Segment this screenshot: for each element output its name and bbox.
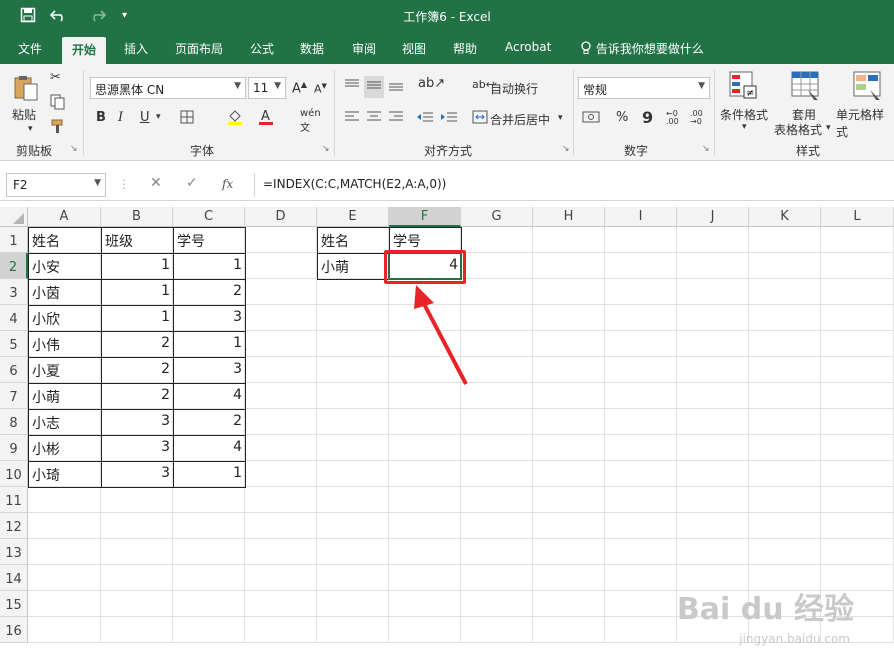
ribbon-tabs: 文件 开始 插入 页面布局 公式 数据 审阅 视图 帮助 Acrobat 告诉我… <box>0 32 894 64</box>
styles-group-label: 样式 <box>796 144 821 158</box>
number-format-value: 常规 <box>583 83 608 97</box>
fill-color-icon[interactable] <box>226 108 244 130</box>
copy-icon[interactable] <box>50 94 66 114</box>
watermark-text: Bai du 经验 <box>676 592 854 627</box>
grow-font-icon[interactable]: A▲ <box>292 80 307 96</box>
merge-center-icon[interactable] <box>472 110 488 128</box>
font-size-value: 11 <box>253 81 269 95</box>
align-left-icon[interactable] <box>344 110 360 128</box>
number-format-combo[interactable]: 常规 ▼ <box>578 77 710 99</box>
formula-input[interactable]: =INDEX(C:C,MATCH(E2,A:A,0)) <box>254 173 888 197</box>
decrease-indent-icon[interactable] <box>416 110 434 128</box>
more-options-icon: ⋮ <box>118 177 130 191</box>
comma-style-button[interactable]: 9 <box>642 108 653 127</box>
enter-icon[interactable]: ✓ <box>186 175 198 191</box>
align-middle-icon[interactable] <box>364 76 384 98</box>
accounting-format-icon[interactable] <box>582 110 600 128</box>
conditional-dropdown-icon[interactable]: ▾ <box>742 122 747 132</box>
underline-dropdown-icon[interactable]: ▾ <box>156 112 161 122</box>
format-painter-icon[interactable] <box>50 118 66 138</box>
tab-help[interactable]: 帮助 <box>453 40 477 57</box>
chevron-down-icon: ▼ <box>234 81 241 91</box>
format-as-table-icon[interactable] <box>790 70 822 106</box>
tab-data[interactable]: 数据 <box>300 40 324 57</box>
shrink-font-icon[interactable]: A▼ <box>314 82 327 96</box>
conditional-formatting-icon[interactable]: ≠ <box>728 70 760 106</box>
cell-styles-icon[interactable] <box>852 70 884 106</box>
phonetic-guide-icon[interactable]: wén 文 <box>300 108 321 134</box>
cancel-icon[interactable]: ✕ <box>150 175 162 191</box>
svg-text:≠: ≠ <box>746 88 754 99</box>
insert-function-button[interactable]: fx <box>222 177 233 191</box>
svg-text:A: A <box>261 109 270 124</box>
tell-me-label: 告诉我你想要做什么 <box>595 42 704 56</box>
align-center-icon[interactable] <box>366 110 382 128</box>
tab-formulas[interactable]: 公式 <box>250 40 274 57</box>
orientation-icon[interactable]: ab↗ <box>418 76 445 91</box>
borders-icon[interactable] <box>180 110 194 128</box>
align-top-icon[interactable] <box>344 78 360 96</box>
cut-icon[interactable]: ✂ <box>50 70 61 85</box>
align-bottom-icon[interactable] <box>388 78 404 96</box>
paste-button[interactable]: 粘贴 <box>12 106 36 123</box>
divider <box>334 70 335 156</box>
font-name-value: 思源黑体 CN <box>95 83 165 97</box>
format-as-table-label-2[interactable]: 表格格式 <box>774 121 822 138</box>
tab-file[interactable]: 文件 <box>18 40 42 57</box>
title-bar: ▾ 工作簿6 - Excel <box>0 0 894 32</box>
tab-view[interactable]: 视图 <box>402 40 426 57</box>
conditional-formatting-button[interactable]: 条件格式 <box>720 106 768 123</box>
paste-icon[interactable] <box>12 74 40 106</box>
increase-decimal-icon[interactable]: ←0.00 <box>666 110 679 126</box>
divider <box>83 70 84 156</box>
tab-page-layout[interactable]: 页面布局 <box>175 40 223 57</box>
merge-center-button[interactable]: 合并后居中 <box>490 111 550 128</box>
chevron-down-icon: ▼ <box>698 81 705 91</box>
cell-styles-button[interactable]: 单元格样式 <box>836 106 894 140</box>
watermark: Bai du 经验 <box>677 584 854 628</box>
percent-button[interactable]: % <box>616 110 628 125</box>
font-color-icon[interactable]: A <box>258 108 274 130</box>
clipboard-launcher-icon[interactable]: ↘ <box>70 144 78 154</box>
chevron-down-icon: ▼ <box>274 81 281 91</box>
decrease-decimal-icon[interactable]: .00 →0 <box>690 110 703 126</box>
increase-indent-icon[interactable] <box>440 110 458 128</box>
formula-bar: F2 ▼ ⋮ ✕ ✓ fx =INDEX(C:C,MATCH(E2,A:A,0)… <box>0 170 894 201</box>
font-launcher-icon[interactable]: ↘ <box>322 144 330 154</box>
align-right-icon[interactable] <box>388 110 404 128</box>
worksheet-grid: ABCDEFGHIJKL 1 2 3 4 5 6 7 8 9 10 11 12 13 14 15 16 姓名班… <box>0 207 894 650</box>
alignment-group-label: 对齐方式 <box>424 144 473 158</box>
divider <box>573 70 574 156</box>
underline-button[interactable]: U <box>140 110 150 125</box>
chevron-down-icon: ▼ <box>94 178 101 188</box>
wrap-text-button[interactable]: 自动换行 <box>490 80 538 97</box>
ribbon: 粘贴 ▾ ✂ 剪贴板 ↘ 思源黑体 CN ▼ 11 ▼ A▲ A▼ B I U … <box>0 64 894 161</box>
bold-button[interactable]: B <box>96 110 106 125</box>
number-group-label: 数字 <box>624 144 649 158</box>
tab-home[interactable]: 开始 <box>62 37 107 64</box>
watermark-url: jingyan.baidu.com <box>739 632 850 646</box>
merge-dropdown-icon[interactable]: ▾ <box>558 113 563 123</box>
italic-button[interactable]: I <box>118 110 123 125</box>
window-title: 工作簿6 - Excel <box>403 10 491 24</box>
divider <box>714 70 715 156</box>
font-group-label: 字体 <box>190 144 215 158</box>
tab-review[interactable]: 审阅 <box>352 40 376 57</box>
number-launcher-icon[interactable]: ↘ <box>702 144 710 154</box>
tab-acrobat[interactable]: Acrobat <box>505 40 551 54</box>
font-name-combo[interactable]: 思源黑体 CN ▼ <box>90 77 246 99</box>
font-size-combo[interactable]: 11 ▼ <box>248 77 286 99</box>
lightbulb-icon <box>580 41 596 56</box>
clipboard-group-label: 剪贴板 <box>16 144 53 158</box>
tell-me-box[interactable]: 告诉我你想要做什么 <box>580 40 704 57</box>
paste-dropdown-icon[interactable]: ▾ <box>28 124 33 134</box>
format-as-table-dropdown-icon[interactable]: ▾ <box>826 123 831 133</box>
alignment-launcher-icon[interactable]: ↘ <box>562 144 570 154</box>
name-box[interactable]: F2 ▼ <box>6 173 106 197</box>
name-box-value: F2 <box>13 178 28 192</box>
tab-insert[interactable]: 插入 <box>124 40 148 57</box>
